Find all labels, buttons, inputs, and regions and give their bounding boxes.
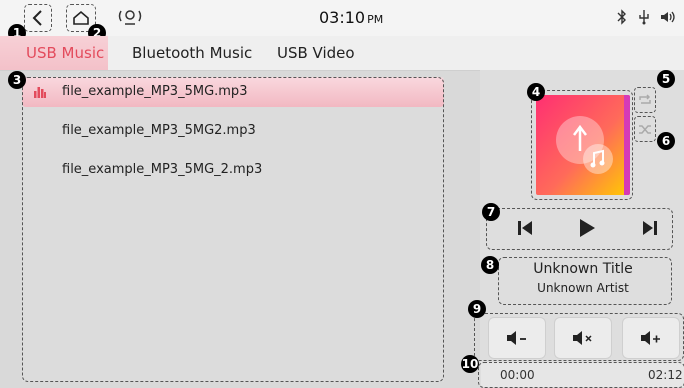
callout-badge: 6: [657, 132, 675, 150]
mute-button[interactable]: [554, 317, 612, 359]
play-button[interactable]: [570, 211, 604, 245]
tab-bluetooth-music[interactable]: Bluetooth Music: [132, 36, 252, 70]
source-tabs: USB Music Bluetooth Music USB Video: [0, 36, 684, 71]
callout-badge: 4: [527, 83, 545, 101]
volume-down-icon: [507, 331, 526, 345]
bluetooth-icon: [616, 8, 628, 26]
callout-badge: 7: [482, 203, 500, 221]
callout-badge: 3: [8, 71, 26, 89]
shuffle-icon: [639, 125, 651, 134]
track-artist: Unknown Artist: [537, 281, 629, 295]
tab-usb-video[interactable]: USB Video: [277, 36, 355, 70]
back-icon: [32, 10, 42, 26]
track-info: Unknown Title Unknown Artist: [497, 257, 669, 303]
total-time: 02:12: [648, 368, 683, 382]
previous-button[interactable]: [508, 213, 542, 243]
callout-badge: 5: [657, 70, 675, 88]
back-button[interactable]: [24, 4, 52, 32]
play-icon: [580, 219, 595, 237]
skip-next-icon: [643, 221, 657, 235]
callout-badge: 9: [468, 300, 486, 318]
skip-previous-icon: [518, 221, 532, 235]
tab-usb-music[interactable]: USB Music: [0, 36, 108, 70]
elapsed-time: 00:00: [500, 368, 535, 382]
location-icon: [116, 6, 144, 28]
clock: 03:10 PM: [319, 8, 384, 27]
volume-down-button[interactable]: [488, 317, 546, 359]
track-title: Unknown Title: [533, 261, 633, 277]
volume-up-button[interactable]: [622, 317, 680, 359]
next-button[interactable]: [633, 213, 667, 243]
repeat-icon: [639, 94, 651, 104]
shuffle-button[interactable]: [634, 116, 656, 142]
volume-up-icon: [641, 331, 660, 345]
home-icon: [73, 10, 89, 25]
usb-icon: [637, 8, 651, 26]
callout-badge: 10: [461, 355, 479, 373]
album-art-outline: [531, 90, 633, 200]
playlist-outline: [22, 77, 444, 382]
mute-icon: [573, 331, 592, 345]
volume-icon: [658, 8, 678, 26]
repeat-button[interactable]: [634, 87, 656, 113]
